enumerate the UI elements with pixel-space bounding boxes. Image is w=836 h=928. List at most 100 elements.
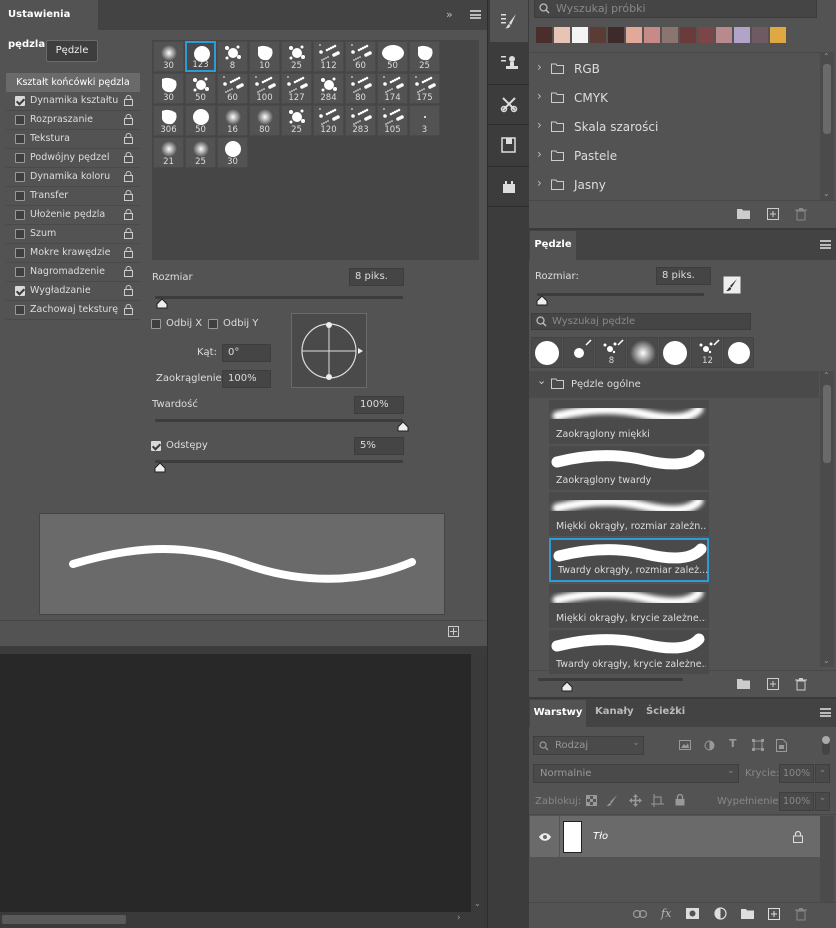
canvas-horizontal-scrollbar[interactable]: › (0, 912, 487, 928)
recent-brush[interactable] (531, 337, 562, 368)
color-swatch[interactable] (644, 27, 660, 43)
brush-option-label[interactable]: Tekstura (30, 133, 70, 144)
brush-option-checkbox[interactable] (15, 286, 25, 296)
color-swatch[interactable] (716, 27, 732, 43)
chevron-down-icon[interactable]: ⌄ (537, 374, 546, 387)
flip-y-checkbox[interactable] (208, 319, 218, 329)
opacity-dropdown[interactable]: ⌄ (815, 764, 830, 783)
brush-tip-cell[interactable]: 100 (249, 73, 280, 104)
recent-brush[interactable] (659, 337, 690, 368)
brush-option-label[interactable]: Szum (30, 228, 56, 239)
brush-tip-cell[interactable]: 16 (217, 105, 248, 136)
lock-icon[interactable] (124, 304, 133, 315)
brush-tip-cell[interactable]: 50 (185, 105, 216, 136)
flip-x-checkbox[interactable] (151, 319, 161, 329)
delete-layer-icon[interactable] (795, 908, 807, 921)
color-swatch[interactable] (734, 27, 750, 43)
swatches-scrollbar[interactable]: ⌃ ⌄ (820, 52, 834, 200)
brush-tip-cell[interactable]: 80 (345, 73, 376, 104)
notes-icon[interactable] (500, 136, 518, 154)
swatch-folder-row[interactable]: › Jasny (530, 170, 820, 199)
brush-preset-item[interactable]: Miękki okrągły, rozmiar zależn... (549, 492, 709, 536)
color-swatch[interactable] (554, 27, 570, 43)
tab-paths[interactable]: Ścieżki (646, 706, 685, 717)
lock-icon[interactable] (124, 152, 133, 163)
fill-field[interactable]: 100% (779, 792, 814, 811)
lock-icon[interactable] (124, 247, 133, 258)
swatches-new-icon[interactable] (767, 208, 779, 220)
filter-shape-icon[interactable] (752, 739, 764, 751)
brush-option-checkbox[interactable] (15, 248, 25, 258)
layer-group-icon[interactable] (741, 908, 754, 919)
panel-divider[interactable] (0, 646, 487, 654)
brush-tip-cell[interactable]: 60 (345, 41, 376, 72)
brush-option-label[interactable]: Podwójny pędzel (30, 152, 110, 163)
canvas-vertical-scrollbar[interactable]: ⌄ (471, 654, 487, 912)
chevron-right-icon[interactable]: › (537, 147, 542, 161)
brush-option-checkbox[interactable] (15, 191, 25, 201)
filter-toggle-switch[interactable] (822, 736, 830, 755)
lock-artboard-icon[interactable] (651, 794, 664, 807)
brushes-scrollbar[interactable]: ⌃ ⌄ (820, 371, 834, 667)
brush-option-label[interactable]: Dynamika koloru (30, 171, 110, 182)
preview-size-slider-thumb[interactable] (561, 681, 573, 692)
tab-layers[interactable]: Warstwy (530, 700, 586, 727)
brush-preset-item[interactable]: Zaokrąglony miękki (549, 400, 709, 444)
brush-tip-cell[interactable]: 123 (185, 41, 216, 72)
brush-tip-cell[interactable]: 50 (185, 73, 216, 104)
brush-preset-item[interactable]: Twardy okrągły, krycie zależne... (549, 630, 709, 674)
layer-style-icon[interactable]: fx (661, 907, 671, 920)
brush-preset-item[interactable]: Miękki okrągły, krycie zależne... (549, 584, 709, 628)
layer-filter-kind[interactable]: Rodzaj ⌄ (533, 736, 644, 755)
brush-option-row[interactable]: Ułożenie pędzla (6, 206, 140, 225)
brushes-button[interactable]: Pędzle (46, 40, 98, 62)
brush-option-label[interactable]: Zachowaj teksturę (30, 304, 118, 315)
brushes-size-slider-thumb[interactable] (536, 295, 548, 306)
color-swatch[interactable] (608, 27, 624, 43)
layer-mask-icon[interactable] (686, 908, 699, 919)
size-slider-thumb[interactable] (156, 298, 168, 309)
chevron-right-icon[interactable]: › (537, 118, 542, 132)
lock-icon[interactable] (124, 95, 133, 106)
link-layers-icon[interactable] (633, 910, 647, 918)
brush-option-label[interactable]: Rozpraszanie (30, 114, 93, 125)
color-swatch[interactable] (698, 27, 714, 43)
brush-tip-cell[interactable]: 30 (217, 137, 248, 168)
brush-option-checkbox[interactable] (15, 305, 25, 315)
lock-position-icon[interactable] (629, 794, 642, 807)
hardness-field[interactable]: 100% (354, 396, 404, 414)
collapse-icon[interactable]: » (446, 8, 453, 21)
spacing-checkbox[interactable] (151, 441, 161, 451)
brush-group-name[interactable]: Pędzle ogólne (571, 379, 641, 390)
brushes-panel-menu-icon[interactable] (820, 240, 831, 249)
size-field[interactable]: 8 piks. (349, 268, 404, 286)
brush-tip-cell[interactable]: 80 (249, 105, 280, 136)
spacing-slider-track[interactable] (155, 460, 403, 463)
fill-dropdown[interactable]: ⌄ (815, 792, 830, 811)
lock-icon[interactable] (124, 209, 133, 220)
swatch-folder-row[interactable]: › CMYK (530, 83, 820, 112)
brush-option-row[interactable]: Szum (6, 225, 140, 244)
brush-tip-cell[interactable]: 8 (217, 41, 248, 72)
adjustment-layer-icon[interactable] (714, 907, 727, 920)
brush-option-row[interactable]: Zachowaj teksturę (6, 301, 140, 320)
lock-icon[interactable] (124, 228, 133, 239)
brush-tip-cell[interactable]: 3 (409, 105, 440, 136)
opacity-field[interactable]: 100% (779, 764, 814, 783)
new-brush-icon[interactable] (448, 626, 459, 637)
swatches-folder-icon[interactable] (737, 208, 750, 219)
lock-image-pixels-icon[interactable] (606, 794, 618, 806)
swatch-folder-row[interactable]: › Skala szarości (530, 112, 820, 141)
brush-option-checkbox[interactable] (15, 210, 25, 220)
brush-option-row[interactable]: Dynamika koloru (6, 168, 140, 187)
brush-option-checkbox[interactable] (15, 172, 25, 182)
tab-brushes[interactable]: Pędzle (530, 231, 576, 260)
brush-option-label[interactable]: Wygładzanie (30, 285, 91, 296)
brush-option-row[interactable]: Mokre krawędzie (6, 244, 140, 263)
swatch-folder-row[interactable]: › RGB (530, 54, 820, 83)
brush-tip-cell[interactable]: 127 (281, 73, 312, 104)
lock-transparent-pixels-icon[interactable] (586, 795, 597, 806)
brush-option-row[interactable]: Podwójny pędzel (6, 149, 140, 168)
hardness-slider-thumb[interactable] (397, 421, 409, 432)
layer-row[interactable]: Tło (530, 816, 820, 857)
